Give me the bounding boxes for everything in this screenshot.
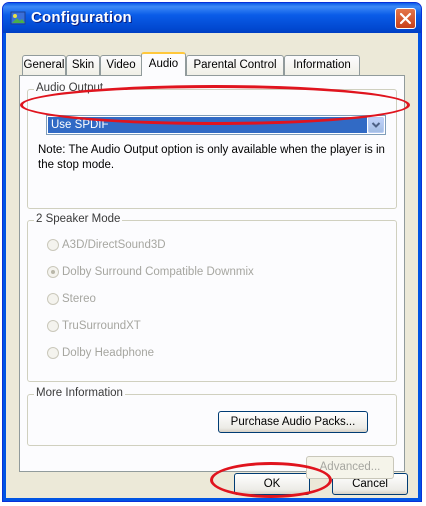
speaker-mode-label: 2 Speaker Mode [34,213,123,225]
speaker-mode-group: 2 Speaker Mode A3D/DirectSound3D Dolby S… [27,213,397,382]
dropdown-arrow-button[interactable] [368,117,384,133]
close-button[interactable] [395,8,416,29]
audio-output-selected-value: Use SPDIF [48,117,367,133]
advanced-button[interactable]: Advanced... [306,456,394,479]
audio-output-group: Audio Output Use SPDIF Note: The Audio O… [27,82,397,209]
more-information-group: More Information Purchase Audio Packs... [27,387,397,446]
chevron-down-icon [371,122,381,128]
ok-button[interactable]: OK [234,473,310,495]
tab-information[interactable]: Information [284,55,360,75]
audio-output-note: Note: The Audio Output option is only av… [38,144,385,171]
radio-button-selected-icon [47,265,59,278]
dialog-client: General Skin Video Audio Parental Contro… [6,33,418,498]
audio-output-select[interactable]: Use SPDIF [46,115,386,135]
tab-audio[interactable]: Audio [141,52,186,76]
audio-output-label: Audio Output [34,82,106,94]
radio-dolby-headphone[interactable]: Dolby Headphone [47,346,154,362]
radio-button-icon [47,238,59,251]
title-bar[interactable]: Configuration [3,3,421,33]
radio-dolby-surround-downmix[interactable]: Dolby Surround Compatible Downmix [47,265,254,281]
radio-button-icon [47,319,59,332]
purchase-audio-packs-button[interactable]: Purchase Audio Packs... [218,411,368,433]
tab-parental-control[interactable]: Parental Control [186,55,284,75]
radio-button-icon [47,292,59,305]
app-icon [10,11,26,25]
window-title: Configuration [31,9,132,26]
tab-general[interactable]: General [22,55,66,75]
radio-label: Dolby Surround Compatible Downmix [62,266,254,278]
radio-button-icon [47,346,59,359]
radio-trusurroundxt[interactable]: TruSurroundXT [47,319,141,335]
more-information-label: More Information [34,387,125,399]
configuration-window: Configuration General Skin Video Audio P… [2,2,422,502]
radio-label: Dolby Headphone [62,347,155,359]
close-icon [399,12,412,25]
radio-label: A3D/DirectSound3D [62,239,166,251]
audio-tab-panel: Audio Output Use SPDIF Note: The Audio O… [19,75,405,479]
tab-skin[interactable]: Skin [66,55,100,75]
radio-label: Stereo [62,293,96,305]
radio-stereo[interactable]: Stereo [47,292,96,308]
tab-video[interactable]: Video [100,55,142,75]
radio-label: TruSurroundXT [62,320,141,332]
radio-a3d-directsound3d[interactable]: A3D/DirectSound3D [47,238,166,254]
